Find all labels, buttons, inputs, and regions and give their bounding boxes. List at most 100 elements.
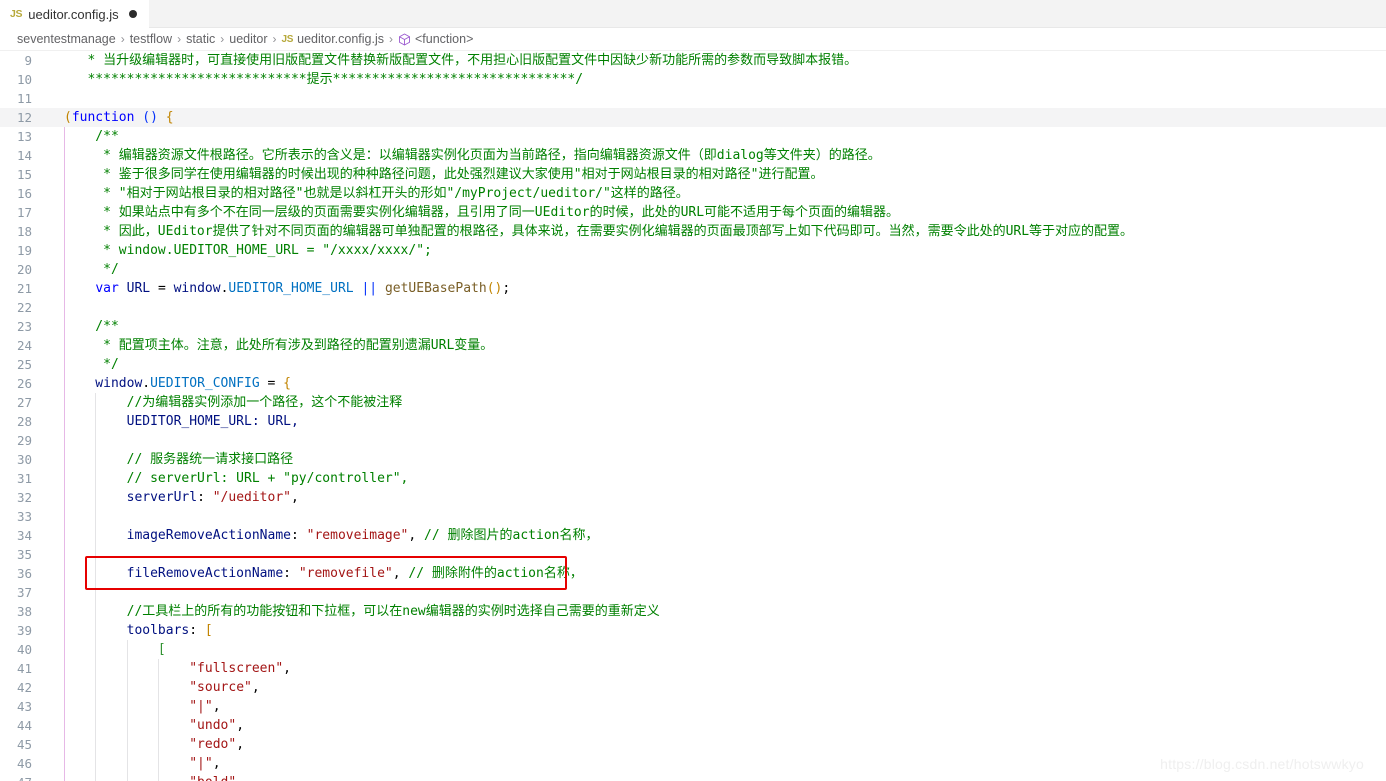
line-number: 38 [16,604,32,619]
code-token: = [157,281,166,296]
code-line[interactable]: 15 * 鉴于很多同学在使用编辑器的时候出现的种种路径问题，此处强烈建议大家使用… [0,165,1386,184]
code-text: UEDITOR_HOME_URL: URL, [48,412,1386,431]
code-token: "redo" [189,737,237,752]
code-line[interactable]: 28 UEDITOR_HOME_URL: URL, [0,412,1386,431]
code-token: , [392,566,409,581]
code-line[interactable]: 23 /** [0,317,1386,336]
code-text: (function () { [48,108,1386,127]
breadcrumb-separator: › [272,32,277,46]
line-number: 29 [16,433,32,448]
code-line[interactable]: 31 // serverUrl: URL + "py/controller", [0,469,1386,488]
code-token: { [165,110,174,125]
code-text: var URL = window.UEDITOR_HOME_URL || get… [48,279,1386,298]
code-line[interactable]: 30 // 服务器统一请求接口路径 [0,450,1386,469]
code-token: toolbars [64,623,190,638]
code-token: || [361,281,378,296]
code-line[interactable]: 25 */ [0,355,1386,374]
code-token: */ [64,262,119,277]
code-line[interactable]: 12 (function () { [0,108,1386,127]
code-token: , [236,737,245,752]
code-text: ****************************提示**********… [48,70,1386,89]
code-token: //工具栏上的所有的功能按钮和下拉框，可以在new编辑器的实例时选择自己需要的重… [64,604,660,619]
code-line[interactable]: 21 var URL = window.UEDITOR_HOME_URL || … [0,279,1386,298]
breadcrumb-item-1[interactable]: testflow [130,32,172,46]
code-line[interactable]: 19 * window.UEDITOR_HOME_URL = "/xxxx/xx… [0,241,1386,260]
breadcrumb-item-5[interactable]: <function> [415,32,473,46]
line-number: 31 [16,471,32,486]
code-line[interactable]: 45 "redo", [0,735,1386,754]
code-line[interactable]: 14 * 编辑器资源文件根路径。它所表示的含义是：以编辑器实例化页面为当前路径，… [0,146,1386,165]
code-token: ; [502,281,511,296]
line-number: 33 [16,509,32,524]
line-number: 43 [16,699,32,714]
breadcrumb-item-4[interactable]: ueditor.config.js [297,32,384,46]
code-line[interactable]: 22 [0,298,1386,317]
line-number: 30 [16,452,32,467]
code-text: * "相对于网站根目录的相对路径"也就是以斜杠开头的形如"/myProject/… [48,184,1386,203]
code-token: // 删除图片的action名称， [424,528,599,543]
line-number: 22 [16,300,32,315]
code-token: URL [118,281,158,296]
code-line[interactable]: 17 * 如果站点中有多个不在同一层级的页面需要实例化编辑器，且引用了同一UEd… [0,203,1386,222]
code-line[interactable]: 27 //为编辑器实例添加一个路径，这个不能被注释 [0,393,1386,412]
code-text: imageRemoveActionName: "removeimage", //… [48,526,1386,545]
line-number: 39 [16,623,32,638]
code-line[interactable]: 13 /** [0,127,1386,146]
breadcrumb-item-2[interactable]: static [186,32,215,46]
code-text: //工具栏上的所有的功能按钮和下拉框，可以在new编辑器的实例时选择自己需要的重… [48,602,1386,621]
code-line[interactable]: 26 window.UEDITOR_CONFIG = { [0,374,1386,393]
code-line[interactable]: 18 * 因此，UEditor提供了针对不同页面的编辑器可单独配置的根路径，具体… [0,222,1386,241]
code-line[interactable]: 11 [0,89,1386,108]
code-line[interactable]: 33 [0,507,1386,526]
code-line[interactable]: 36 fileRemoveActionName: "removefile", /… [0,564,1386,583]
code-line[interactable]: 32 serverUrl: "/ueditor", [0,488,1386,507]
breadcrumb-separator: › [177,32,182,46]
code-text: /** [48,317,1386,336]
code-line[interactable]: 20 */ [0,260,1386,279]
code-line[interactable]: 40 [ [0,640,1386,659]
code-token: , [283,661,291,676]
code-text: "|", [48,697,1386,716]
code-line[interactable]: 42 "source", [0,678,1386,697]
code-token: getUEBasePath [384,281,487,296]
line-number: 46 [16,756,32,771]
code-text: window.UEDITOR_CONFIG = { [48,374,1386,393]
tab-ueditor-config-js[interactable]: JS ueditor.config.js [0,0,149,28]
code-line[interactable]: 47 "bold", [0,773,1386,781]
code-line[interactable]: 29 [0,431,1386,450]
code-line[interactable]: 44 "undo", [0,716,1386,735]
code-editor[interactable]: 9 * 当升级编辑器时，可直接使用旧版配置文件替换新版配置文件，不用担心旧版配置… [0,51,1386,781]
code-text: * 如果站点中有多个不在同一层级的页面需要实例化编辑器，且引用了同一UEdito… [48,203,1386,222]
code-line[interactable]: 16 * "相对于网站根目录的相对路径"也就是以斜杠开头的形如"/myProje… [0,184,1386,203]
line-number: 45 [16,737,32,752]
code-line[interactable]: 39 toolbars: [ [0,621,1386,640]
code-token: , [212,699,221,714]
code-line[interactable]: 34 imageRemoveActionName: "removeimage",… [0,526,1386,545]
breadcrumb-item-3[interactable]: ueditor [229,32,267,46]
code-token: "undo" [189,718,237,733]
line-number: 15 [16,167,32,182]
code-token: // serverUrl: URL + "py/controller", [64,471,409,486]
code-line[interactable]: 38 //工具栏上的所有的功能按钮和下拉框，可以在new编辑器的实例时选择自己需… [0,602,1386,621]
code-line[interactable]: 41 "fullscreen", [0,659,1386,678]
line-number: 25 [16,357,32,372]
code-line[interactable]: 35 [0,545,1386,564]
code-line[interactable]: 37 [0,583,1386,602]
code-token: "|" [189,756,213,771]
code-line[interactable]: 9 * 当升级编辑器时，可直接使用旧版配置文件替换新版配置文件，不用担心旧版配置… [0,51,1386,70]
code-token: "source" [189,680,252,695]
editor-tab-bar: JS ueditor.config.js [0,0,1386,28]
code-line[interactable]: 43 "|", [0,697,1386,716]
code-line[interactable]: 24 * 配置项主体。注意，此处所有涉及到路径的配置别遗漏URL变量。 [0,336,1386,355]
code-token: /** [64,319,119,334]
code-token: * "相对于网站根目录的相对路径"也就是以斜杠开头的形如"/myProject/… [64,186,689,201]
line-number: 42 [16,680,32,695]
breadcrumb-item-0[interactable]: seventestmanage [17,32,116,46]
line-number: 32 [16,490,32,505]
code-token: UEDITOR_HOME_URL [64,414,252,429]
code-text: fileRemoveActionName: "removefile", // 删… [48,564,1386,583]
code-line[interactable]: 10 ****************************提示*******… [0,70,1386,89]
unsaved-dot-icon[interactable] [128,10,137,18]
